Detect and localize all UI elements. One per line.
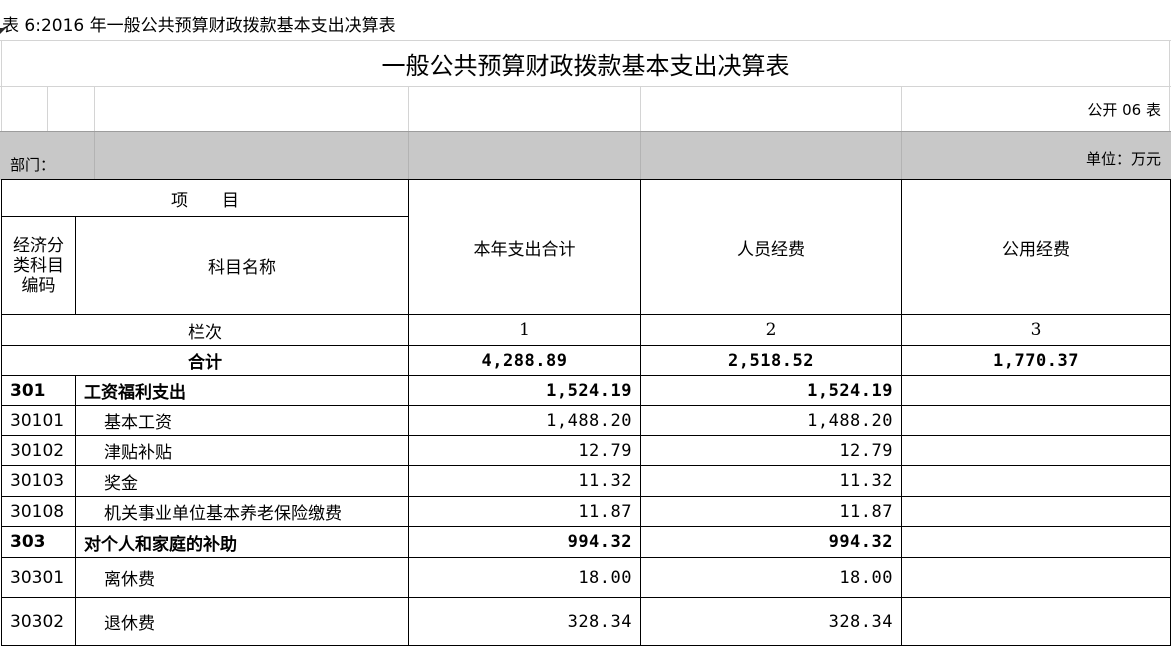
cell-marker-icon: [0, 28, 6, 34]
row-name: 机关事业单位基本养老保险缴费: [75, 496, 409, 527]
row-personnel: 1,524.19: [640, 375, 902, 406]
row-code: 30301: [1, 557, 76, 598]
row-total: 11.87: [408, 496, 641, 527]
total-amount: 4,288.89: [408, 345, 641, 376]
grid-line: [640, 86, 641, 131]
table-row: 301 工资福利支出 1,524.19 1,524.19: [1, 375, 1171, 406]
row-name: 退休费: [75, 597, 409, 646]
row-public: [901, 526, 1171, 558]
row-code: 30103: [1, 465, 76, 497]
row-public: [901, 597, 1171, 646]
department-label: 部门：: [10, 156, 56, 174]
row-name: 离休费: [75, 557, 409, 598]
row-total: 11.32: [408, 465, 641, 497]
row-personnel: 12.79: [640, 435, 902, 466]
row-public: [901, 557, 1171, 598]
grid-line: [901, 86, 902, 131]
header-band: [0, 131, 1171, 180]
band-separator: [94, 132, 95, 180]
table-row: 30102 津贴补贴 12.79 12.79: [1, 435, 1171, 466]
sheet-title: 表 6:2016 年一般公共预算财政拨款基本支出决算表: [2, 16, 396, 36]
row-code: 30101: [1, 405, 76, 436]
grid-line: [0, 86, 1171, 87]
row-name: 工资福利支出: [75, 375, 409, 406]
table-row: 30108 机关事业单位基本养老保险缴费 11.87 11.87: [1, 496, 1171, 527]
row-personnel: 18.00: [640, 557, 902, 598]
row-public: [901, 465, 1171, 497]
expenditure-table: 项 目 本年支出合计 人员经费 公用经费 经济分类科目编码 科目名称 栏次 1 …: [1, 179, 1171, 646]
row-name: 津贴补贴: [75, 435, 409, 466]
row-total: 994.32: [408, 526, 641, 558]
band-separator: [901, 132, 902, 180]
report-title: 一般公共预算财政拨款基本支出决算表: [381, 51, 790, 80]
header-econ-code: 经济分类科目编码: [1, 216, 76, 315]
grid-line: [94, 86, 95, 131]
row-personnel: 11.87: [640, 496, 902, 527]
band-separator: [408, 132, 409, 180]
row-name: 对个人和家庭的补助: [75, 526, 409, 558]
table-row: 30301 离休费 18.00 18.00: [1, 557, 1171, 598]
row-public: [901, 405, 1171, 436]
row-code: 30302: [1, 597, 76, 646]
row-name: 基本工资: [75, 405, 409, 436]
row-public: [901, 435, 1171, 466]
total-personnel: 2,518.52: [640, 345, 902, 376]
grid-line: [408, 86, 409, 131]
unit-label: 单位：万元: [1085, 150, 1161, 168]
column-number-2: 2: [640, 314, 902, 346]
row-code: 303: [1, 526, 76, 558]
table-row: 30302 退休费 328.34 328.34: [1, 597, 1171, 646]
column-number-label: 栏次: [1, 314, 409, 346]
row-total: 1,488.20: [408, 405, 641, 436]
column-number-3: 3: [901, 314, 1171, 346]
header-subject-name: 科目名称: [75, 216, 409, 315]
row-personnel: 994.32: [640, 526, 902, 558]
row-personnel: 11.32: [640, 465, 902, 497]
column-number-1: 1: [408, 314, 641, 346]
header-total: 本年支出合计: [408, 179, 641, 315]
row-total: 12.79: [408, 435, 641, 466]
row-personnel: 328.34: [640, 597, 902, 646]
row-total: 18.00: [408, 557, 641, 598]
table-row: 30101 基本工资 1,488.20 1,488.20: [1, 405, 1171, 436]
table-row: 303 对个人和家庭的补助 994.32 994.32: [1, 526, 1171, 558]
total-label: 合计: [1, 345, 409, 376]
header-project: 项 目: [1, 179, 409, 217]
row-name: 奖金: [75, 465, 409, 497]
row-code: 301: [1, 375, 76, 406]
row-total: 1,524.19: [408, 375, 641, 406]
total-public: 1,770.37: [901, 345, 1171, 376]
header-public: 公用经费: [901, 179, 1171, 315]
form-number: 公开 06 表: [1087, 101, 1161, 119]
header-personnel: 人员经费: [640, 179, 902, 315]
row-personnel: 1,488.20: [640, 405, 902, 436]
row-total: 328.34: [408, 597, 641, 646]
row-public: [901, 496, 1171, 527]
row-code: 30108: [1, 496, 76, 527]
band-separator: [640, 132, 641, 180]
grid-line: [47, 86, 48, 131]
row-code: 30102: [1, 435, 76, 466]
table-row: 30103 奖金 11.32 11.32: [1, 465, 1171, 497]
row-public: [901, 375, 1171, 406]
